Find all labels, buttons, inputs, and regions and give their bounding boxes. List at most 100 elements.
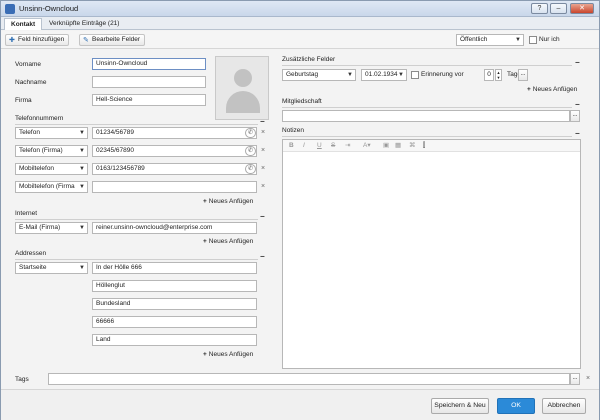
phone-input-1[interactable]: 01234/56789 <box>92 127 257 139</box>
phone-input-2[interactable]: 02345/67890 <box>92 145 257 157</box>
italic-icon[interactable]: I <box>303 141 305 151</box>
link-icon[interactable]: ⌘ <box>409 141 416 151</box>
bold-icon[interactable]: B <box>289 141 294 151</box>
country-input[interactable]: Land <box>92 334 257 346</box>
only-me-checkbox[interactable] <box>529 36 537 44</box>
notes-collapse-button[interactable]: − <box>575 130 580 138</box>
state-input[interactable]: Bundesland <box>92 298 257 310</box>
dialog-button-bar: Speichern & Neu OK Abbrechen <box>1 389 599 420</box>
chevron-down-icon: ▼ <box>515 37 521 43</box>
tags-input[interactable] <box>48 373 570 385</box>
membership-more-button[interactable]: ... <box>570 110 580 122</box>
close-button[interactable]: ✕ <box>570 3 594 14</box>
person-silhouette-body <box>226 91 260 113</box>
membership-collapse-button[interactable]: − <box>575 101 580 109</box>
phone-input-4[interactable] <box>92 181 257 193</box>
phone-icon[interactable]: ✆ <box>245 164 256 174</box>
phone-type-value: Telefon (Firma) <box>19 147 63 154</box>
add-field-button[interactable]: ✚ Feld hinzufügen <box>5 34 70 46</box>
phones-collapse-button[interactable]: − <box>260 118 265 126</box>
zip-input[interactable]: 66666 <box>92 316 257 328</box>
pencil-icon: ✎ <box>83 37 89 44</box>
internet-collapse-button[interactable]: − <box>260 213 265 221</box>
attach-icon[interactable]: ⫿ <box>423 141 425 151</box>
last-name-input[interactable] <box>92 76 206 88</box>
email-input[interactable]: reiner.unsinn-owncloud@enterprise.com <box>92 222 257 234</box>
notes-section-title: Notizen <box>282 127 305 134</box>
city-input[interactable]: Höllenglut <box>92 280 257 292</box>
internet-add-link[interactable]: + Neues Anfügen <box>203 238 253 245</box>
close-icon[interactable]: × <box>586 375 590 383</box>
tab-bar: Kontakt Verknüpfte Einträge (21) <box>1 17 599 30</box>
plus-icon: + <box>203 198 207 205</box>
addresses-divider <box>15 259 258 260</box>
phone-type-select-3[interactable]: Mobiltelefon ▼ <box>15 163 88 175</box>
extra-add-label: Neues Anfügen <box>532 86 578 93</box>
phone-type-select-2[interactable]: Telefon (Firma) ▼ <box>15 145 88 157</box>
font-color-icon[interactable]: A▾ <box>363 141 371 151</box>
toolbar: ✚ Feld hinzufügen ✎ Bearbeite Felder Öff… <box>1 31 599 49</box>
company-input[interactable]: Hell-Science <box>92 94 206 106</box>
tags-label: Tags <box>15 376 29 383</box>
strikethrough-icon[interactable]: S <box>331 141 335 151</box>
insert-table-icon[interactable]: ▦ <box>395 141 401 151</box>
chevron-down-icon: ▼ <box>79 225 85 231</box>
tags-more-button[interactable]: ... <box>570 373 580 385</box>
address-type-select[interactable]: Startseite ▼ <box>15 262 88 274</box>
extra-add-link[interactable]: + Neues Anfügen <box>527 86 577 93</box>
phones-add-link[interactable]: + Neues Anfügen <box>203 198 253 205</box>
tab-contact[interactable]: Kontakt <box>4 18 43 30</box>
internet-type-select[interactable]: E-Mail (Firma) ▼ <box>15 222 88 234</box>
membership-input[interactable] <box>282 110 570 122</box>
underline-icon[interactable]: U <box>317 141 322 151</box>
extra-collapse-button[interactable]: − <box>575 59 580 67</box>
minimize-button[interactable]: – <box>550 3 567 14</box>
window-title: Unsinn-Owncloud <box>19 4 79 13</box>
phone-type-select-4[interactable]: Mobiltelefon (Firma ▼ <box>15 181 88 193</box>
insert-image-icon[interactable]: ▣ <box>383 141 389 151</box>
phones-section-title: Telefonnummern <box>15 115 64 122</box>
internet-section-title: Internet <box>15 210 38 217</box>
phone-type-select-1[interactable]: Telefon ▼ <box>15 127 88 139</box>
chevron-down-icon: ▼ <box>347 72 353 78</box>
first-name-input[interactable]: Unsinn-Owncloud <box>92 58 206 70</box>
internet-type-value: E-Mail (Firma) <box>19 224 61 231</box>
close-icon[interactable]: × <box>261 165 265 173</box>
addresses-collapse-button[interactable]: − <box>260 253 265 261</box>
membership-divider <box>282 107 572 108</box>
help-button[interactable]: ? <box>531 3 548 14</box>
phones-divider <box>15 124 258 125</box>
clear-format-icon[interactable]: ⇥ <box>345 141 350 151</box>
addresses-add-link[interactable]: + Neues Anfügen <box>203 351 253 358</box>
chevron-down-icon: ▼ <box>79 130 85 136</box>
contact-photo[interactable] <box>215 56 269 120</box>
edit-fields-button[interactable]: ✎ Bearbeite Felder <box>79 34 146 46</box>
close-icon[interactable]: × <box>261 183 265 191</box>
reminder-checkbox[interactable] <box>411 71 419 79</box>
ok-button[interactable]: OK <box>497 398 535 414</box>
addresses-section-title: Addressen <box>15 250 47 257</box>
visibility-select[interactable]: Öffentlich ▼ <box>456 34 524 46</box>
phone-icon[interactable]: ✆ <box>245 128 256 138</box>
phone-icon[interactable]: ✆ <box>245 146 256 156</box>
extra-field-type-select[interactable]: Geburtstag ▼ <box>282 69 356 81</box>
birthday-date-input[interactable]: 01.02.1934 ▼ <box>361 69 407 81</box>
stepper-arrows-icon[interactable]: ▲ ▼ <box>495 69 502 81</box>
edit-fields-label: Bearbeite Felder <box>92 36 141 43</box>
chevron-down-icon: ▼ <box>398 72 404 78</box>
close-icon[interactable]: × <box>261 147 265 155</box>
cancel-button[interactable]: Abbrechen <box>542 398 586 414</box>
notes-editor[interactable]: B I U S ⇥ A▾ ▣ ▦ ⌘ ⫿ <box>282 139 581 369</box>
phones-add-label: Neues Anfügen <box>208 198 254 205</box>
extra-more-button[interactable]: ... <box>518 69 528 81</box>
save-new-button[interactable]: Speichern & Neu <box>431 398 489 414</box>
membership-section-title: Mitgliedschaft <box>282 98 322 105</box>
close-icon[interactable]: × <box>261 129 265 137</box>
street-input[interactable]: In der Hölle 666 <box>92 262 257 274</box>
person-silhouette-icon <box>234 69 252 87</box>
tab-linked-entries[interactable]: Verknüpfte Einträge (21) <box>43 18 125 30</box>
tags-row: Tags ... × <box>1 370 599 388</box>
reminder-days-stepper[interactable]: 0 <box>484 69 494 81</box>
notes-divider <box>282 136 572 137</box>
phone-input-3[interactable]: 0163/123456789 <box>92 163 257 175</box>
